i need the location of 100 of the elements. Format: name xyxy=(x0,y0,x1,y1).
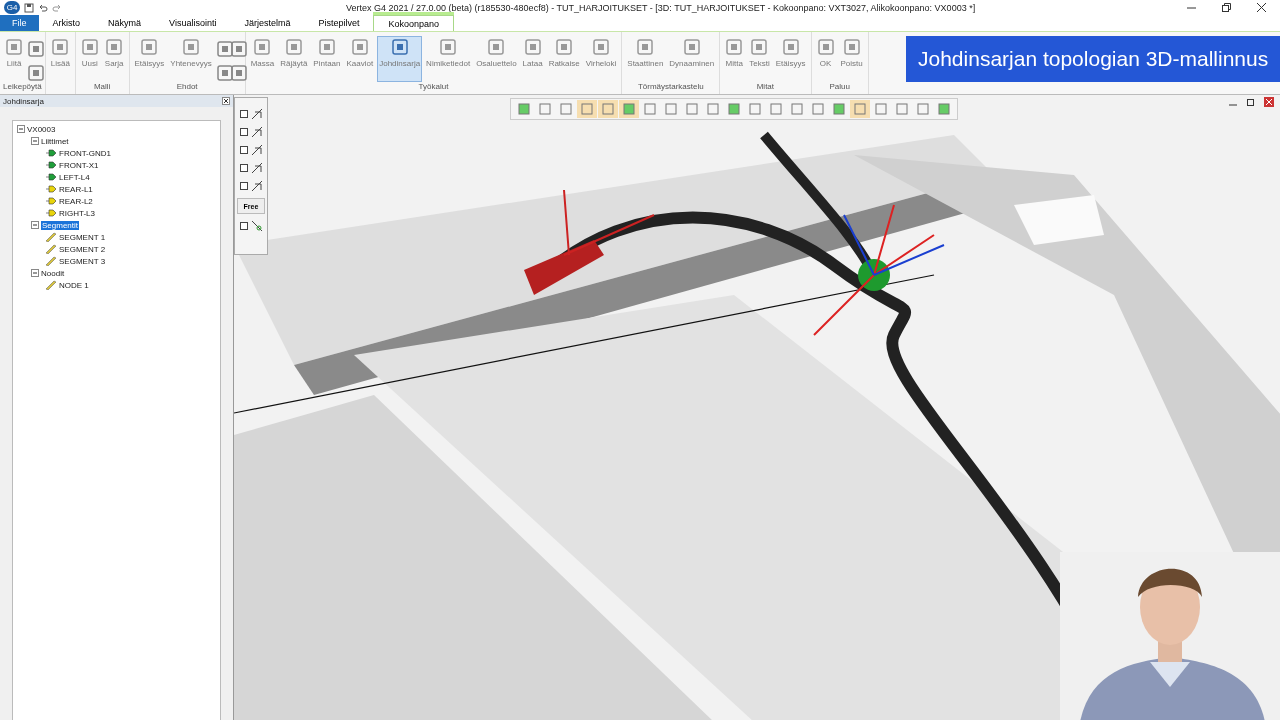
ribbon-button[interactable]: Lisää xyxy=(48,36,72,82)
tree-item[interactable]: SEGMENT 2 xyxy=(59,244,106,254)
tree-item[interactable]: LEFT-L4 xyxy=(59,172,90,182)
pencil-icon xyxy=(45,244,57,254)
small-tool-icon xyxy=(27,64,45,82)
tool-icon xyxy=(781,38,800,56)
checkbox[interactable] xyxy=(239,146,248,154)
tool-icon xyxy=(592,38,610,56)
tree-item[interactable]: Noodit xyxy=(41,268,65,278)
tool-icon xyxy=(487,38,506,56)
tree-item[interactable]: Liittimet xyxy=(41,136,69,146)
tree-item[interactable]: FRONT-GND1 xyxy=(59,148,111,158)
ribbon-tab[interactable]: Visualisointi xyxy=(155,15,231,31)
group-label: Paluu xyxy=(828,82,851,93)
title-banner: Johdinsarjan topologian 3D-mallinnus xyxy=(906,36,1280,82)
checkbox[interactable] xyxy=(239,222,248,230)
ribbon-tab[interactable]: Pistepilvet xyxy=(304,15,374,31)
group-label: Mitat xyxy=(755,82,776,93)
constraint-icon[interactable] xyxy=(250,162,263,174)
app-logo[interactable]: G4 xyxy=(4,1,20,14)
ribbon-tab[interactable]: Kokoonpano xyxy=(373,15,454,31)
toolbar-button[interactable] xyxy=(577,100,597,118)
ribbon-button[interactable]: Sarja xyxy=(102,36,126,82)
restore-icon[interactable] xyxy=(1246,97,1256,107)
tool-icon xyxy=(51,38,70,56)
constraint-icon[interactable] xyxy=(250,126,263,138)
ribbon-button[interactable]: Virheloki xyxy=(583,36,619,82)
collapse-icon[interactable] xyxy=(17,125,25,133)
tool-icon xyxy=(842,38,861,56)
ribbon-tab[interactable]: File xyxy=(0,15,39,31)
tool-icon xyxy=(816,38,835,56)
ribbon-button[interactable]: Teksti xyxy=(747,36,772,82)
ribbon-button[interactable]: Räjäytä xyxy=(278,36,310,82)
checkbox[interactable] xyxy=(239,182,248,190)
ribbon-button[interactable]: Mitta xyxy=(723,36,746,82)
ribbon-tab[interactable]: Arkisto xyxy=(38,15,95,31)
tree-item[interactable]: NODE 1 xyxy=(59,280,89,290)
pencil-icon xyxy=(45,256,57,266)
tool-icon xyxy=(253,38,272,56)
ribbon-button[interactable]: Dynaaminen xyxy=(667,36,717,82)
pencil-icon xyxy=(45,232,57,242)
ribbon-button[interactable]: Uusi xyxy=(78,36,101,82)
ribbon-button[interactable]: Kaaviot xyxy=(344,36,376,82)
ribbon-button[interactable]: Johdinsarja xyxy=(377,36,423,82)
constraint-icon[interactable] xyxy=(250,180,263,192)
collapse-icon[interactable] xyxy=(31,137,39,145)
ribbon-button[interactable]: Liitä xyxy=(3,36,25,82)
group-label: Työkalut xyxy=(417,82,450,93)
tree-item[interactable]: FRONT-X1 xyxy=(59,160,99,170)
tree-item[interactable]: Segmentit xyxy=(41,220,80,230)
collapse-icon[interactable] xyxy=(31,269,39,277)
tool-icon xyxy=(105,38,124,56)
ribbon-tab[interactable]: Järjestelmä xyxy=(230,15,305,31)
constraint-icon[interactable] xyxy=(250,108,263,120)
restore-icon[interactable] xyxy=(1222,3,1231,12)
save-icon[interactable] xyxy=(24,2,34,13)
ribbon-button[interactable]: Lataa xyxy=(520,36,545,82)
checkbox[interactable] xyxy=(239,128,248,136)
tool-icon xyxy=(284,38,303,56)
toolbar-button[interactable] xyxy=(850,100,870,118)
ribbon-button[interactable]: Etäisyys xyxy=(132,36,167,82)
tree-item[interactable]: VX0003 xyxy=(27,124,56,134)
collapse-icon[interactable] xyxy=(31,221,39,229)
small-tool-icon xyxy=(229,64,248,82)
ribbon-button[interactable]: Yhtenevyys xyxy=(168,36,214,82)
tree-item[interactable]: REAR-L2 xyxy=(59,196,93,206)
ribbon-button[interactable]: Poistu xyxy=(838,36,865,82)
tree-item[interactable]: RIGHT-L3 xyxy=(59,208,95,218)
tool-icon xyxy=(636,38,655,56)
constraint-icon[interactable] xyxy=(250,144,263,156)
ribbon-button[interactable]: Etäisyys xyxy=(773,36,808,82)
tool-icon xyxy=(140,38,159,56)
tool-icon xyxy=(725,38,744,56)
tool-icon xyxy=(350,38,369,56)
small-tool-icon xyxy=(215,40,234,58)
tool-icon xyxy=(80,38,99,56)
tool-icon xyxy=(390,38,409,56)
toolbar-button[interactable] xyxy=(619,100,639,118)
toolbar-button[interactable] xyxy=(598,100,618,118)
undo-icon[interactable] xyxy=(38,2,48,13)
ribbon-button[interactable]: Staattinen xyxy=(625,36,666,82)
group-label: Ehdot xyxy=(175,82,199,93)
tree-item[interactable]: REAR-L1 xyxy=(59,184,93,194)
close-icon[interactable] xyxy=(222,97,230,105)
tool-icon xyxy=(682,38,701,56)
close-icon[interactable] xyxy=(1257,3,1266,12)
ribbon-button[interactable]: Pintaan xyxy=(311,36,343,82)
tree-item[interactable]: SEGMENT 3 xyxy=(59,256,106,266)
ribbon-button[interactable]: Massa xyxy=(248,36,277,82)
small-tool-icon xyxy=(229,40,248,58)
checkbox[interactable] xyxy=(239,164,248,172)
tree-item[interactable]: SEGMENT 1 xyxy=(59,232,106,242)
checkbox[interactable] xyxy=(239,110,248,118)
ribbon-button[interactable]: Osaluettelo xyxy=(474,36,519,82)
ribbon-button[interactable]: Nimiketiedot xyxy=(424,36,473,82)
tool-icon xyxy=(439,38,458,56)
ribbon-tab[interactable]: Näkymä xyxy=(94,15,156,31)
ribbon-button[interactable]: Ratkaise xyxy=(546,36,582,82)
constraint-icon[interactable] xyxy=(250,220,263,232)
ribbon-button[interactable]: OK xyxy=(814,36,837,82)
